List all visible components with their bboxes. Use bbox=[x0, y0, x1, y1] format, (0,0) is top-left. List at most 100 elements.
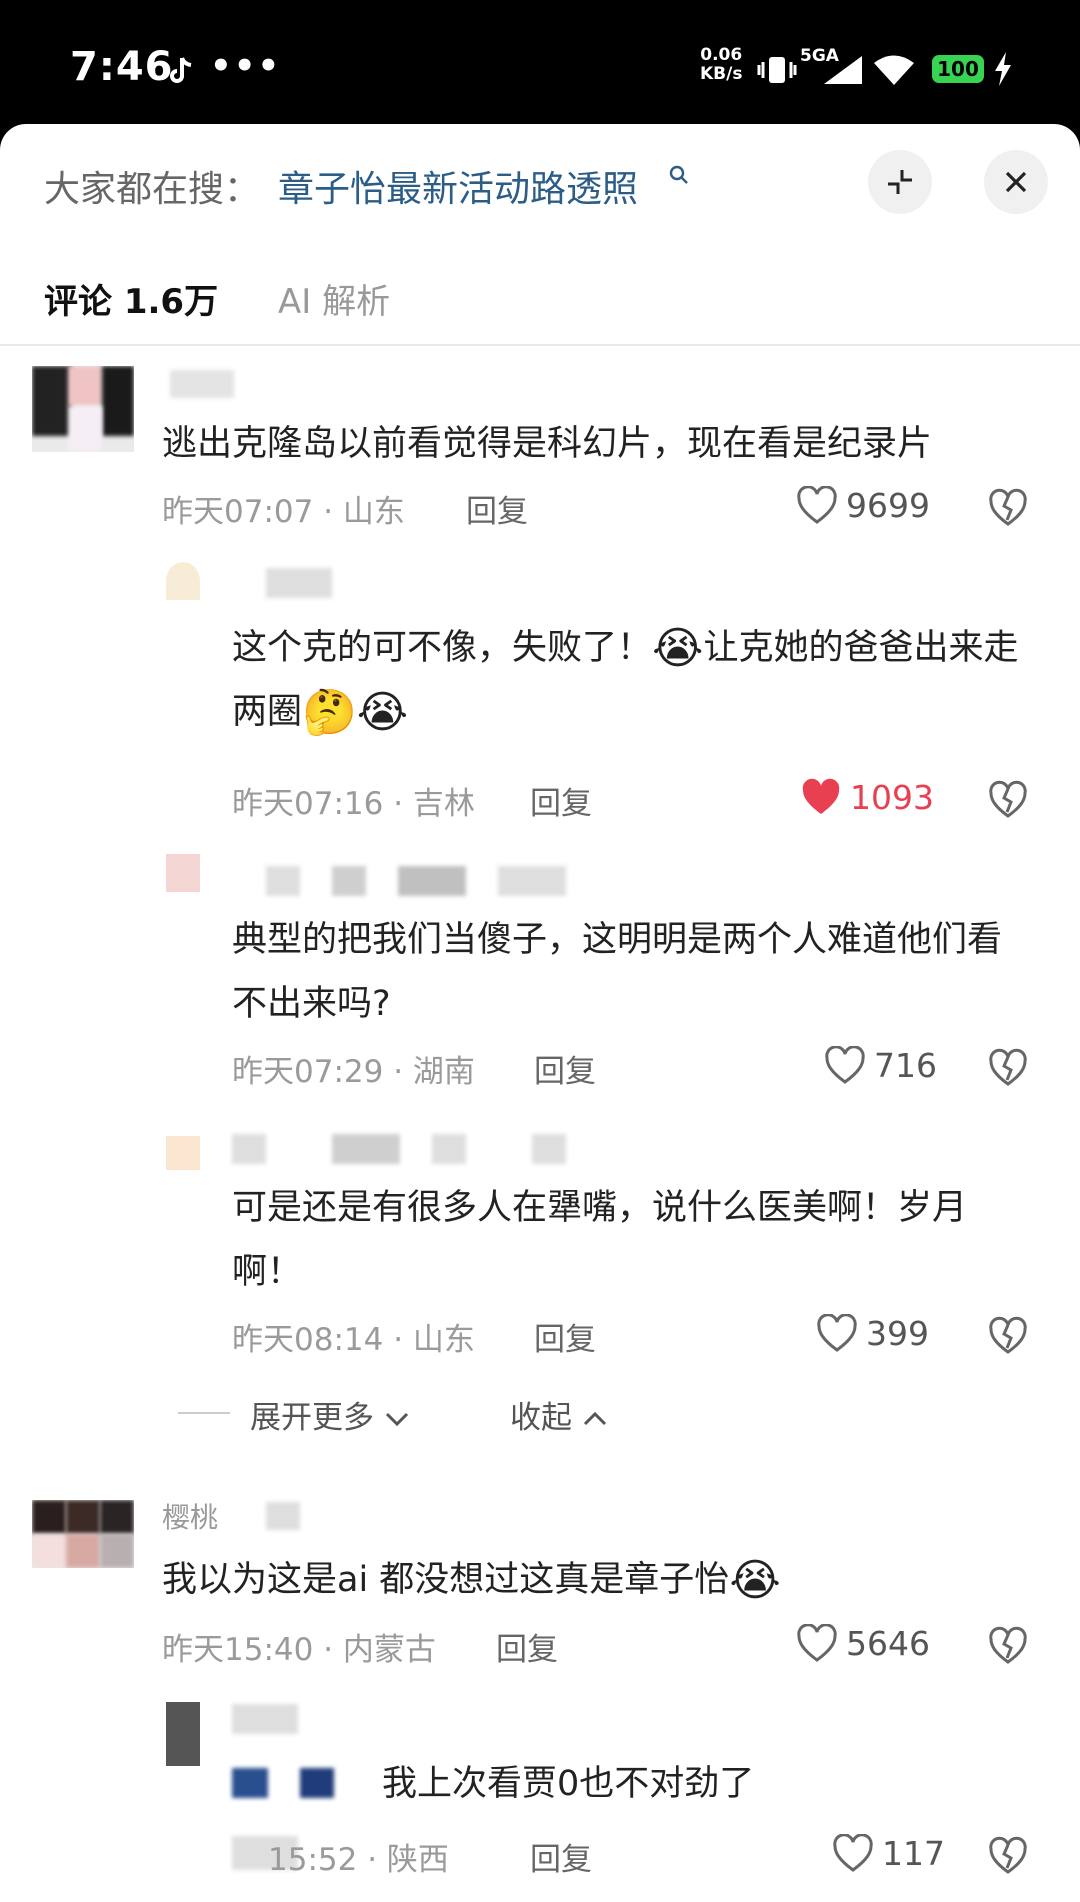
broken-heart-icon bbox=[989, 1836, 1027, 1874]
like-button[interactable]: 716 bbox=[824, 1046, 954, 1088]
like-button[interactable]: 5646 bbox=[796, 1624, 946, 1666]
comment-meta: 昨天07:16 · 吉林 bbox=[232, 786, 475, 822]
thinking-crying-emoji: 🤔😭 bbox=[302, 687, 409, 738]
dislike-button[interactable] bbox=[988, 1316, 1028, 1356]
net-speed-unit: KB/s bbox=[700, 64, 743, 84]
username-redacted bbox=[170, 370, 234, 398]
like-button[interactable]: 9699 bbox=[796, 486, 946, 528]
reply-button[interactable]: 回复 bbox=[534, 1046, 596, 1091]
trending-search-term[interactable]: 章子怡最新活动路透照 bbox=[278, 160, 638, 212]
dislike-button[interactable] bbox=[988, 1836, 1028, 1876]
tab-bar: 评论 1.6万 AI 解析 bbox=[0, 254, 1080, 346]
heart-icon bbox=[797, 1624, 837, 1662]
avatar[interactable] bbox=[166, 854, 200, 892]
collapse-label: 收起 bbox=[510, 1400, 572, 1436]
close-icon bbox=[1005, 171, 1027, 193]
comments-sheet: 大家都在搜： 章子怡最新活动路透照 评论 1.6万 AI 解析 逃出克隆岛以前看… bbox=[0, 124, 1080, 1902]
broken-heart-icon bbox=[989, 1316, 1027, 1354]
tab-comments[interactable]: 评论 1.6万 bbox=[44, 274, 218, 323]
more-notifications-icon: ••• bbox=[210, 46, 282, 86]
chevron-up-icon bbox=[583, 1411, 606, 1426]
net-speed-value: 0.06 bbox=[700, 45, 743, 65]
comment-text-part: 这个克的可不像，失败了！ bbox=[232, 628, 653, 668]
broken-heart-icon bbox=[989, 1048, 1027, 1086]
expand-more-label: 展开更多 bbox=[250, 1400, 374, 1436]
close-button[interactable] bbox=[984, 150, 1048, 214]
trending-search-bar[interactable]: 大家都在搜： 章子怡最新活动路透照 bbox=[0, 124, 1080, 244]
like-count: 9699 bbox=[846, 486, 930, 525]
tiktok-icon bbox=[170, 57, 192, 83]
heart-icon bbox=[833, 1834, 873, 1872]
heart-filled-icon bbox=[802, 778, 840, 814]
like-count: 117 bbox=[882, 1834, 945, 1873]
chevron-down-icon bbox=[385, 1412, 408, 1427]
status-time: 7:46 bbox=[70, 44, 174, 90]
vibrate-icon bbox=[757, 57, 797, 83]
emoji-redacted bbox=[300, 1768, 334, 1798]
avatar[interactable] bbox=[32, 366, 134, 452]
signal-icon bbox=[824, 56, 862, 84]
reply-button[interactable]: 回复 bbox=[466, 486, 528, 531]
heart-icon bbox=[825, 1046, 865, 1084]
dislike-button[interactable] bbox=[988, 488, 1028, 528]
charging-icon bbox=[995, 52, 1011, 86]
username-redacted bbox=[332, 1134, 400, 1164]
avatar[interactable] bbox=[166, 562, 200, 600]
net-speed: 0.06 KB/s bbox=[700, 46, 742, 84]
like-count: 5646 bbox=[846, 1624, 930, 1663]
expand-icon bbox=[888, 170, 912, 194]
comment-text: 这个克的可不像，失败了！😭让克她的爸爸出来走两圈🤔😭 bbox=[232, 616, 1052, 744]
like-button[interactable]: 1093 bbox=[800, 778, 950, 820]
broken-heart-icon bbox=[989, 1626, 1027, 1664]
comment-text: 典型的把我们当傻子，这明明是两个人难道他们看不出来吗? bbox=[232, 920, 1003, 1024]
dislike-button[interactable] bbox=[988, 1626, 1028, 1666]
comment-text: 逃出克隆岛以前看觉得是科幻片，现在看是纪录片 bbox=[162, 424, 933, 464]
comment-text: 可是还是有很多人在犟嘴，说什么医美啊！岁月啊！ bbox=[232, 1188, 968, 1292]
avatar[interactable] bbox=[166, 1136, 200, 1170]
expand-more-replies-button[interactable]: 展开更多 bbox=[250, 1392, 410, 1437]
username-redacted bbox=[498, 866, 566, 896]
status-bar: 7:46 ••• 0.06 KB/s 5GA 100 bbox=[0, 0, 1080, 125]
like-count: 1093 bbox=[850, 778, 934, 817]
reply-button[interactable]: 回复 bbox=[530, 1834, 592, 1879]
thread-divider bbox=[178, 1412, 230, 1414]
username-redacted bbox=[432, 1134, 466, 1164]
avatar[interactable] bbox=[166, 1702, 200, 1766]
comment-text: 我上次看贾0也不对劲了 bbox=[382, 1764, 755, 1804]
wifi-icon bbox=[874, 55, 914, 85]
like-button[interactable]: 117 bbox=[832, 1834, 962, 1876]
comment-meta: 昨天07:07 · 山东 bbox=[162, 494, 405, 530]
comment-meta: 昨天07:29 · 湖南 bbox=[232, 1054, 475, 1090]
username-redacted bbox=[232, 1704, 298, 1734]
crying-emoji: 😭 bbox=[729, 1555, 781, 1606]
heart-icon bbox=[817, 1314, 857, 1352]
username-redacted bbox=[266, 568, 332, 598]
avatar[interactable] bbox=[32, 1500, 134, 1568]
trending-label: 大家都在搜： bbox=[44, 169, 261, 210]
comment-meta: 昨天08:14 · 山东 bbox=[232, 1322, 475, 1358]
username-redacted bbox=[332, 866, 366, 896]
tab-ai-analysis[interactable]: AI 解析 bbox=[278, 274, 390, 323]
comment-text-part: 我以为这是ai 都没想过这真是章子怡 bbox=[162, 1560, 730, 1600]
username-redacted bbox=[532, 1134, 566, 1164]
search-icon bbox=[669, 165, 688, 184]
expand-sheet-button[interactable] bbox=[868, 150, 932, 214]
broken-heart-icon bbox=[989, 488, 1027, 526]
reply-button[interactable]: 回复 bbox=[534, 1314, 596, 1359]
battery-indicator: 100 bbox=[932, 55, 984, 83]
broken-heart-icon bbox=[989, 780, 1027, 818]
username-redacted bbox=[232, 1134, 266, 1164]
username-redacted bbox=[266, 1502, 300, 1530]
dislike-button[interactable] bbox=[988, 780, 1028, 820]
username-redacted bbox=[266, 866, 300, 896]
collapse-replies-button[interactable]: 收起 bbox=[510, 1392, 608, 1437]
emoji-redacted bbox=[232, 1768, 268, 1798]
like-count: 716 bbox=[874, 1046, 937, 1085]
username[interactable]: 樱桃 bbox=[162, 1496, 218, 1536]
crying-emoji: 😭 bbox=[652, 623, 704, 674]
like-button[interactable]: 399 bbox=[816, 1314, 946, 1356]
reply-button[interactable]: 回复 bbox=[496, 1624, 558, 1669]
reply-button[interactable]: 回复 bbox=[530, 778, 592, 823]
username-redacted bbox=[398, 866, 466, 896]
dislike-button[interactable] bbox=[988, 1048, 1028, 1088]
